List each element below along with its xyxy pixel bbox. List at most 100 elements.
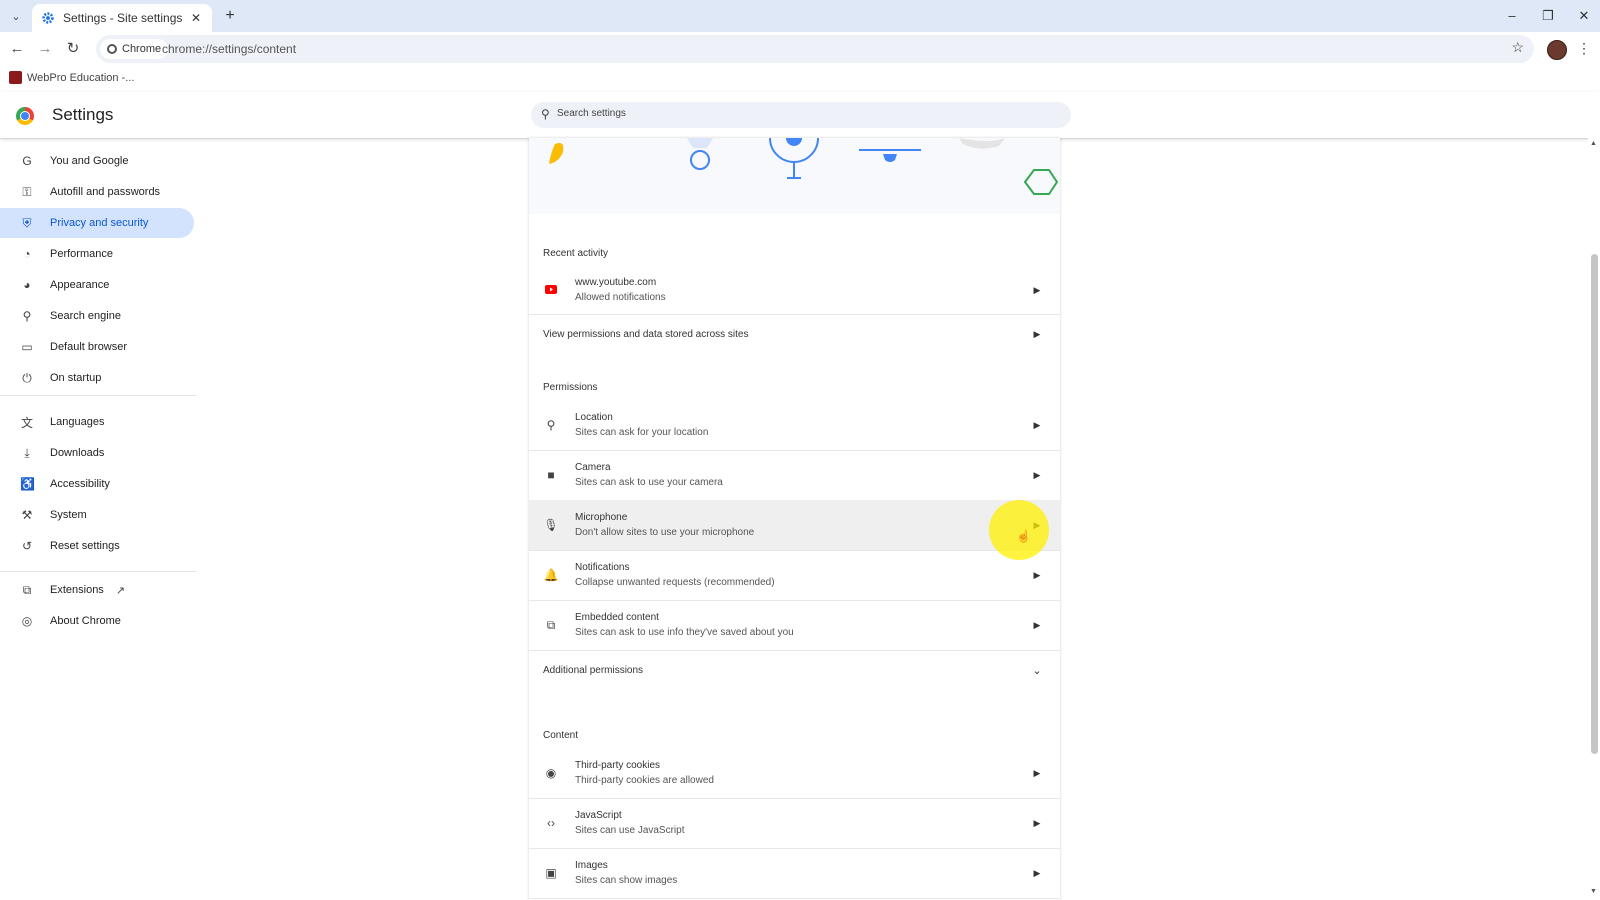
row-camera[interactable]: ■ Camera Sites can ask to use your camera ▶ bbox=[529, 450, 1060, 501]
bookmark-item[interactable]: WebPro Education -... bbox=[9, 71, 134, 84]
bookmark-star-icon[interactable]: ☆ bbox=[1511, 39, 1524, 56]
cookie-icon: ◉ bbox=[545, 766, 557, 780]
tab-settings[interactable]: Settings - Site settings ✕ bbox=[32, 4, 212, 32]
site-settings-illustration bbox=[529, 138, 1060, 214]
row-microphone[interactable]: 🎙 Microphone Don't allow sites to use your… bbox=[529, 500, 1060, 551]
page-scrollbar[interactable]: ▲ ▼ bbox=[1588, 138, 1600, 900]
sidebar-item-label: Languages bbox=[50, 416, 105, 428]
row-subtitle: Sites can use JavaScript bbox=[575, 825, 685, 836]
chevron-down-icon: ⌄ bbox=[1032, 664, 1042, 677]
embedded-content-icon: ⧉ bbox=[546, 617, 556, 632]
tab-title: Settings - Site settings bbox=[63, 11, 183, 25]
page-title: Settings bbox=[52, 105, 114, 124]
row-title: Images bbox=[575, 860, 608, 871]
bell-icon: 🔔 bbox=[543, 568, 559, 582]
row-third-party-cookies[interactable]: ◉ Third-party cookies Third-party cookies … bbox=[529, 748, 1060, 799]
forward-arrow-icon[interactable]: → bbox=[34, 38, 56, 60]
translate-icon: 文 bbox=[20, 415, 33, 430]
recent-site-status: Allowed notifications bbox=[575, 292, 666, 303]
row-subtitle: Third-party cookies are allowed bbox=[575, 775, 714, 786]
external-link-icon: ↗ bbox=[115, 584, 126, 597]
back-arrow-icon[interactable]: ← bbox=[6, 38, 28, 60]
site-info-chip[interactable]: Chrome bbox=[100, 39, 169, 59]
sidebar-item-label: Reset settings bbox=[50, 540, 120, 552]
scroll-down-arrow-icon[interactable]: ▼ bbox=[1590, 888, 1597, 895]
tab-strip: ⌄ Settings - Site settings ✕ + – ❐ ✕ bbox=[0, 0, 1600, 32]
sidebar-item-label: Performance bbox=[50, 248, 113, 260]
sidebar-item-label: Appearance bbox=[50, 279, 110, 291]
bookmarks-bar: WebPro Education -... bbox=[0, 66, 1600, 92]
puzzle-icon: ⧉ bbox=[22, 582, 32, 597]
minimize-button[interactable]: – bbox=[1498, 6, 1526, 26]
sidebar-item-you-and-google[interactable]: G You and Google bbox=[0, 146, 194, 176]
restore-button[interactable]: ❐ bbox=[1534, 6, 1562, 26]
sidebar-item-label: Privacy and security bbox=[50, 217, 149, 229]
tab-list-chevron-icon[interactable]: ⌄ bbox=[6, 6, 26, 26]
sidebar-item-on-startup[interactable]: ⏻ On startup bbox=[0, 363, 194, 393]
chrome-logo-icon bbox=[16, 107, 34, 125]
sidebar-item-privacy-and-security[interactable]: ⛨ Privacy and security bbox=[0, 208, 194, 238]
bookmark-favicon-icon bbox=[9, 71, 22, 84]
microphone-icon: 🎙 bbox=[543, 518, 559, 532]
reload-icon[interactable]: ↻ bbox=[62, 38, 84, 60]
scroll-up-arrow-icon[interactable]: ▲ bbox=[1590, 140, 1597, 147]
sidebar-item-autofill-and-passwords[interactable]: ⚿ Autofill and passwords bbox=[0, 177, 194, 207]
arrow-right-icon: ▶ bbox=[1033, 569, 1041, 580]
additional-permissions-label: Additional permissions bbox=[543, 664, 644, 676]
url-text[interactable]: chrome://settings/content bbox=[162, 42, 296, 56]
row-images[interactable]: ▣ Images Sites can show images ▶ bbox=[529, 848, 1060, 899]
row-title: Embedded content bbox=[575, 612, 659, 623]
row-javascript[interactable]: ‹› JavaScript Sites can use JavaScript ▶ bbox=[529, 798, 1060, 849]
location-pin-icon: ⚲ bbox=[546, 418, 556, 432]
close-tab-icon[interactable]: ✕ bbox=[188, 11, 204, 25]
sidebar-item-downloads[interactable]: ⤓ Downloads bbox=[0, 438, 194, 468]
close-window-button[interactable]: ✕ bbox=[1570, 6, 1598, 26]
sidebar-item-about-chrome[interactable]: ◎ About Chrome bbox=[0, 606, 194, 636]
sidebar-item-default-browser[interactable]: ▭ Default browser bbox=[0, 332, 194, 362]
search-placeholder: Search settings bbox=[557, 108, 626, 119]
row-notifications[interactable]: 🔔 Notifications Collapse unwanted requests… bbox=[529, 550, 1060, 601]
row-subtitle: Sites can ask to use your camera bbox=[575, 477, 723, 488]
kebab-menu-icon[interactable]: ⋮ bbox=[1577, 40, 1591, 57]
sidebar-item-reset-settings[interactable]: ↺ Reset settings bbox=[0, 531, 194, 561]
wrench-icon: ⚒ bbox=[21, 508, 33, 522]
section-title-permissions: Permissions bbox=[543, 382, 598, 393]
sidebar-item-label: Accessibility bbox=[50, 478, 110, 490]
site-settings-card: Recent activity www.youtube.com Allowed … bbox=[529, 138, 1060, 900]
sidebar-item-languages[interactable]: 文 Languages bbox=[0, 407, 194, 437]
search-input[interactable]: ⚲ Search settings bbox=[531, 102, 1071, 128]
sidebar-item-appearance[interactable]: ◕ Appearance bbox=[0, 270, 194, 300]
sidebar-item-accessibility[interactable]: ♿ Accessibility bbox=[0, 469, 194, 499]
additional-permissions-row[interactable]: Additional permissions ⌄ bbox=[529, 650, 1060, 690]
search-icon: ⚲ bbox=[541, 107, 550, 121]
image-icon: ▣ bbox=[545, 866, 557, 880]
arrow-right-icon: ▶ bbox=[1033, 328, 1041, 339]
sidebar-item-performance[interactable]: ◔ Performance bbox=[0, 239, 194, 269]
new-tab-plus-icon[interactable]: + bbox=[220, 6, 240, 26]
sidebar-item-search-engine[interactable]: ⚲ Search engine bbox=[0, 301, 194, 331]
row-title: Camera bbox=[575, 462, 611, 473]
sidebar-item-extensions[interactable]: ⧉ Extensions ↗ bbox=[0, 575, 194, 605]
scroll-thumb[interactable] bbox=[1591, 254, 1598, 754]
search-icon: ⚲ bbox=[22, 309, 32, 323]
arrow-right-icon: ▶ bbox=[1033, 867, 1041, 878]
recent-activity-row[interactable]: www.youtube.com Allowed notifications ▶ bbox=[529, 266, 1060, 315]
settings-header: Settings ⚲ Search settings bbox=[0, 92, 1600, 139]
sidebar-item-label: Extensions bbox=[50, 584, 104, 596]
chip-label: Chrome bbox=[122, 43, 162, 55]
arrow-right-icon: ▶ bbox=[1033, 817, 1041, 828]
google-g-icon: G bbox=[22, 154, 32, 168]
arrow-right-icon: ▶ bbox=[1033, 419, 1041, 430]
avatar[interactable] bbox=[1547, 40, 1567, 60]
row-embedded-content[interactable]: ⧉ Embedded content Sites can ask to use in… bbox=[529, 600, 1060, 651]
sidebar-item-label: System bbox=[50, 509, 87, 521]
download-icon: ⤓ bbox=[24, 445, 30, 460]
row-subtitle: Sites can ask for your location bbox=[575, 427, 709, 438]
sidebar-item-system[interactable]: ⚒ System bbox=[0, 500, 194, 530]
view-permissions-row[interactable]: View permissions and data stored across … bbox=[529, 314, 1060, 354]
address-bar[interactable]: Chrome chrome://settings/content ☆ bbox=[96, 35, 1534, 63]
row-title: Third-party cookies bbox=[575, 760, 661, 771]
row-location[interactable]: ⚲ Location Sites can ask for your location… bbox=[529, 400, 1060, 451]
sidebar-item-label: Search engine bbox=[50, 310, 121, 322]
camera-icon: ■ bbox=[547, 468, 555, 482]
